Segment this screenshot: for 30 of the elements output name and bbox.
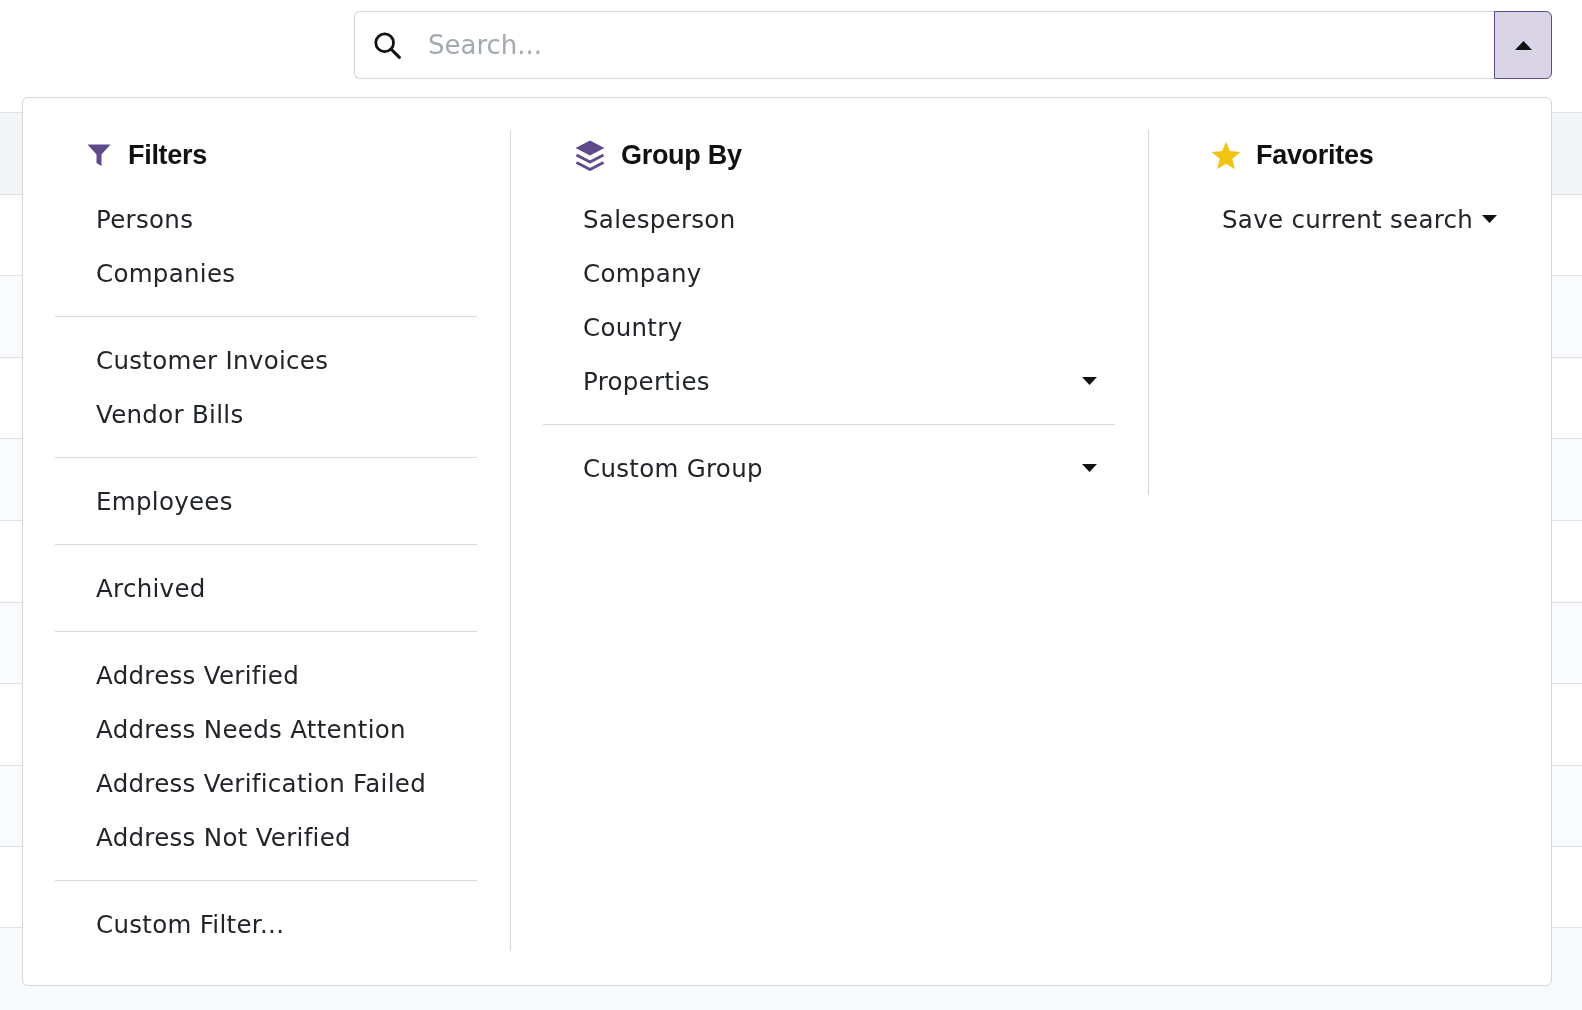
menu-item[interactable]: Salesperson	[543, 192, 736, 246]
menu-item[interactable]: Archived	[55, 561, 206, 615]
dropdown-item[interactable]: Save current search	[1180, 192, 1498, 246]
layers-icon	[575, 139, 605, 171]
menu-item[interactable]: Customer Invoices	[55, 333, 329, 387]
menu-item[interactable]: Vendor Bills	[55, 387, 244, 441]
menu-item[interactable]: Custom Filter...	[55, 897, 285, 951]
caret-icon	[1514, 40, 1532, 50]
search-field[interactable]: Search...	[354, 11, 1494, 79]
section-title: Group By	[621, 139, 742, 171]
star-icon	[1211, 140, 1241, 170]
section-title: Filters	[128, 139, 207, 171]
dropdown-item[interactable]: Properties	[543, 354, 1115, 408]
menu-item[interactable]: Country	[543, 300, 683, 354]
menu-item[interactable]: Address Verified	[55, 648, 300, 702]
menu-item[interactable]: Address Needs Attention	[55, 702, 406, 756]
section-title: Favorites	[1256, 139, 1374, 171]
menu-item[interactable]: Employees	[55, 474, 233, 528]
menu-item[interactable]: Company	[543, 246, 702, 300]
dropdown-item[interactable]: Custom Group	[543, 441, 1115, 495]
menu-item[interactable]: Address Verification Failed	[55, 756, 426, 810]
search-icon	[373, 31, 401, 59]
caret-icon	[1082, 464, 1097, 472]
menu-item[interactable]: Persons	[55, 192, 194, 246]
caret-icon	[1482, 215, 1498, 223]
caret-icon	[1082, 377, 1097, 385]
menu-item[interactable]: Companies	[55, 246, 236, 300]
toggle-button[interactable]	[1494, 11, 1552, 79]
funnel-icon	[87, 143, 111, 167]
menu-item[interactable]: Address Not Verified	[55, 810, 351, 864]
